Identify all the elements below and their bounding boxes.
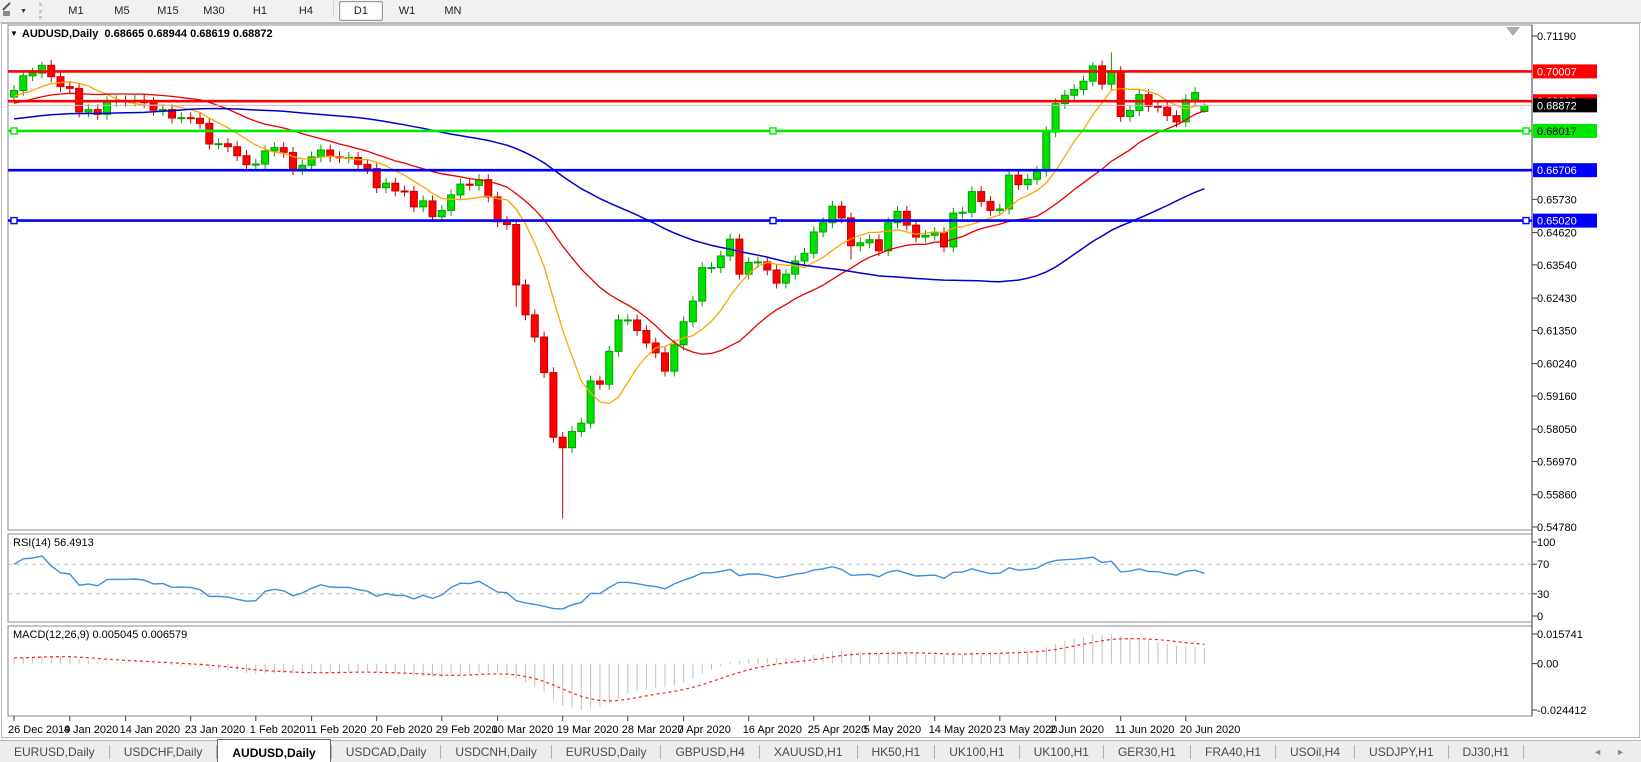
chart-tabs: EURUSD,Daily USDCHF,Daily AUDUSD,Daily USDC…: [0, 739, 1525, 762]
svg-text:0.56970: 0.56970: [1537, 456, 1577, 468]
svg-text:-0.024412: -0.024412: [1537, 705, 1587, 717]
svg-text:0.68017: 0.68017: [1537, 126, 1577, 138]
svg-text:0.68872: 0.68872: [1537, 100, 1577, 112]
chart-title-text: AUDUSD,Daily 0.68665 0.68944 0.68619 0.6…: [21, 28, 273, 40]
svg-text:23 May 2020: 23 May 2020: [994, 724, 1058, 736]
svg-text:0.63540: 0.63540: [1537, 260, 1577, 272]
symbol-dropdown-icon[interactable]: ▼: [10, 29, 18, 38]
chart-tab-uk100-h1[interactable]: UK100,H1: [935, 741, 1018, 762]
svg-text:70: 70: [1537, 559, 1549, 571]
chart-tab-dj30-h1[interactable]: DJ30,H1: [1449, 741, 1524, 762]
svg-text:1 Feb 2020: 1 Feb 2020: [250, 724, 306, 736]
svg-text:19 Mar 2020: 19 Mar 2020: [557, 724, 619, 736]
svg-text:20 Feb 2020: 20 Feb 2020: [371, 724, 433, 736]
svg-text:0.65020: 0.65020: [1537, 216, 1577, 228]
svg-text:29 Feb 2020: 29 Feb 2020: [436, 724, 498, 736]
svg-text:0.62430: 0.62430: [1537, 293, 1577, 305]
svg-text:14 May 2020: 14 May 2020: [929, 724, 993, 736]
svg-text:11 Feb 2020: 11 Feb 2020: [306, 724, 367, 736]
chart-tab-usdchf-daily[interactable]: USDCHF,Daily: [110, 741, 217, 762]
chart-tab-ger30-h1[interactable]: GER30,H1: [1104, 741, 1190, 762]
chart-tab-eurusd-daily[interactable]: EURUSD,Daily: [552, 741, 661, 762]
chart-tab-usdcnh-daily[interactable]: USDCNH,Daily: [441, 741, 550, 762]
svg-text:0.70007: 0.70007: [1537, 66, 1577, 78]
rsi-indicator-label: RSI(14) 56.4913: [13, 537, 94, 549]
mt4-window: { "toolbar": { "timeframes": ["M1","M5",…: [0, 0, 1641, 762]
svg-text:30: 30: [1537, 589, 1549, 601]
svg-text:28 Mar 2020: 28 Mar 2020: [622, 724, 684, 736]
chart-tab-audusd-daily[interactable]: AUDUSD,Daily: [217, 739, 331, 762]
svg-text:0.54780: 0.54780: [1537, 522, 1577, 534]
svg-text:14 Jan 2020: 14 Jan 2020: [120, 724, 181, 736]
svg-text:25 Apr 2020: 25 Apr 2020: [808, 724, 867, 736]
chart-tab-uk100-h1[interactable]: UK100,H1: [1020, 741, 1103, 762]
svg-text:23 Jan 2020: 23 Jan 2020: [185, 724, 246, 736]
chart-tab-eurusd-daily[interactable]: EURUSD,Daily: [0, 741, 109, 762]
svg-text:4 Jan 2020: 4 Jan 2020: [64, 724, 118, 736]
svg-text:0.59160: 0.59160: [1537, 391, 1577, 403]
svg-text:5 May 2020: 5 May 2020: [864, 724, 921, 736]
tab-scroll-controls: ◄ ►: [1577, 741, 1641, 762]
svg-text:100: 100: [1537, 537, 1555, 549]
chart-canvas[interactable]: 0.700070.690100.680170.667060.65020 0.68…: [0, 0, 1641, 740]
svg-text:16 Apr 2020: 16 Apr 2020: [743, 724, 802, 736]
date-axis: 26 Dec 20194 Jan 2020 14 Jan 2020 23 Jan 2…: [8, 716, 1240, 736]
svg-text:10 Mar 2020: 10 Mar 2020: [492, 724, 554, 736]
svg-text:0.015741: 0.015741: [1537, 629, 1583, 641]
chart-tab-usdjpy-h1[interactable]: USDJPY,H1: [1355, 741, 1447, 762]
chart-tab-hk50-h1[interactable]: HK50,H1: [858, 741, 935, 762]
svg-text:0.58050: 0.58050: [1537, 424, 1577, 436]
chart-title: ▼ AUDUSD,Daily 0.68665 0.68944 0.68619 0.…: [10, 28, 273, 40]
svg-text:0.61350: 0.61350: [1537, 325, 1577, 337]
chart-tab-bar: EURUSD,Daily USDCHF,Daily AUDUSD,Daily USDC…: [0, 739, 1641, 762]
svg-text:0.00: 0.00: [1537, 659, 1558, 671]
svg-text:0.60240: 0.60240: [1537, 359, 1577, 371]
svg-text:11 Jun 2020: 11 Jun 2020: [1115, 724, 1175, 736]
svg-text:0.64620: 0.64620: [1537, 228, 1577, 240]
tabs-scroll-left-icon[interactable]: ◄: [1593, 747, 1602, 757]
chart-tab-usdcad-daily[interactable]: USDCAD,Daily: [332, 741, 441, 762]
chart-tab-xauusd-h1[interactable]: XAUUSD,H1: [760, 741, 857, 762]
chart-tab-fra40-h1[interactable]: FRA40,H1: [1191, 741, 1275, 762]
chart-tab-usoil-h4[interactable]: USOil,H4: [1276, 741, 1354, 762]
svg-text:0.55860: 0.55860: [1537, 490, 1577, 502]
macd-indicator-label: MACD(12,26,9) 0.005045 0.006579: [13, 629, 188, 641]
tabs-scroll-right-icon[interactable]: ►: [1616, 747, 1625, 757]
svg-text:7 Apr 2020: 7 Apr 2020: [678, 724, 731, 736]
svg-text:0.71190: 0.71190: [1537, 31, 1576, 43]
svg-text:0.65730: 0.65730: [1537, 194, 1577, 206]
svg-text:20 Jun 2020: 20 Jun 2020: [1180, 724, 1241, 736]
chart-tab-gbpusd-h4[interactable]: GBPUSD,H4: [661, 741, 758, 762]
svg-text:0: 0: [1537, 611, 1543, 623]
svg-text:2 Jun 2020: 2 Jun 2020: [1050, 724, 1104, 736]
svg-text:26 Dec 2019: 26 Dec 2019: [8, 724, 70, 736]
tab-separator: [1523, 745, 1525, 759]
svg-text:0.66706: 0.66706: [1537, 165, 1577, 177]
